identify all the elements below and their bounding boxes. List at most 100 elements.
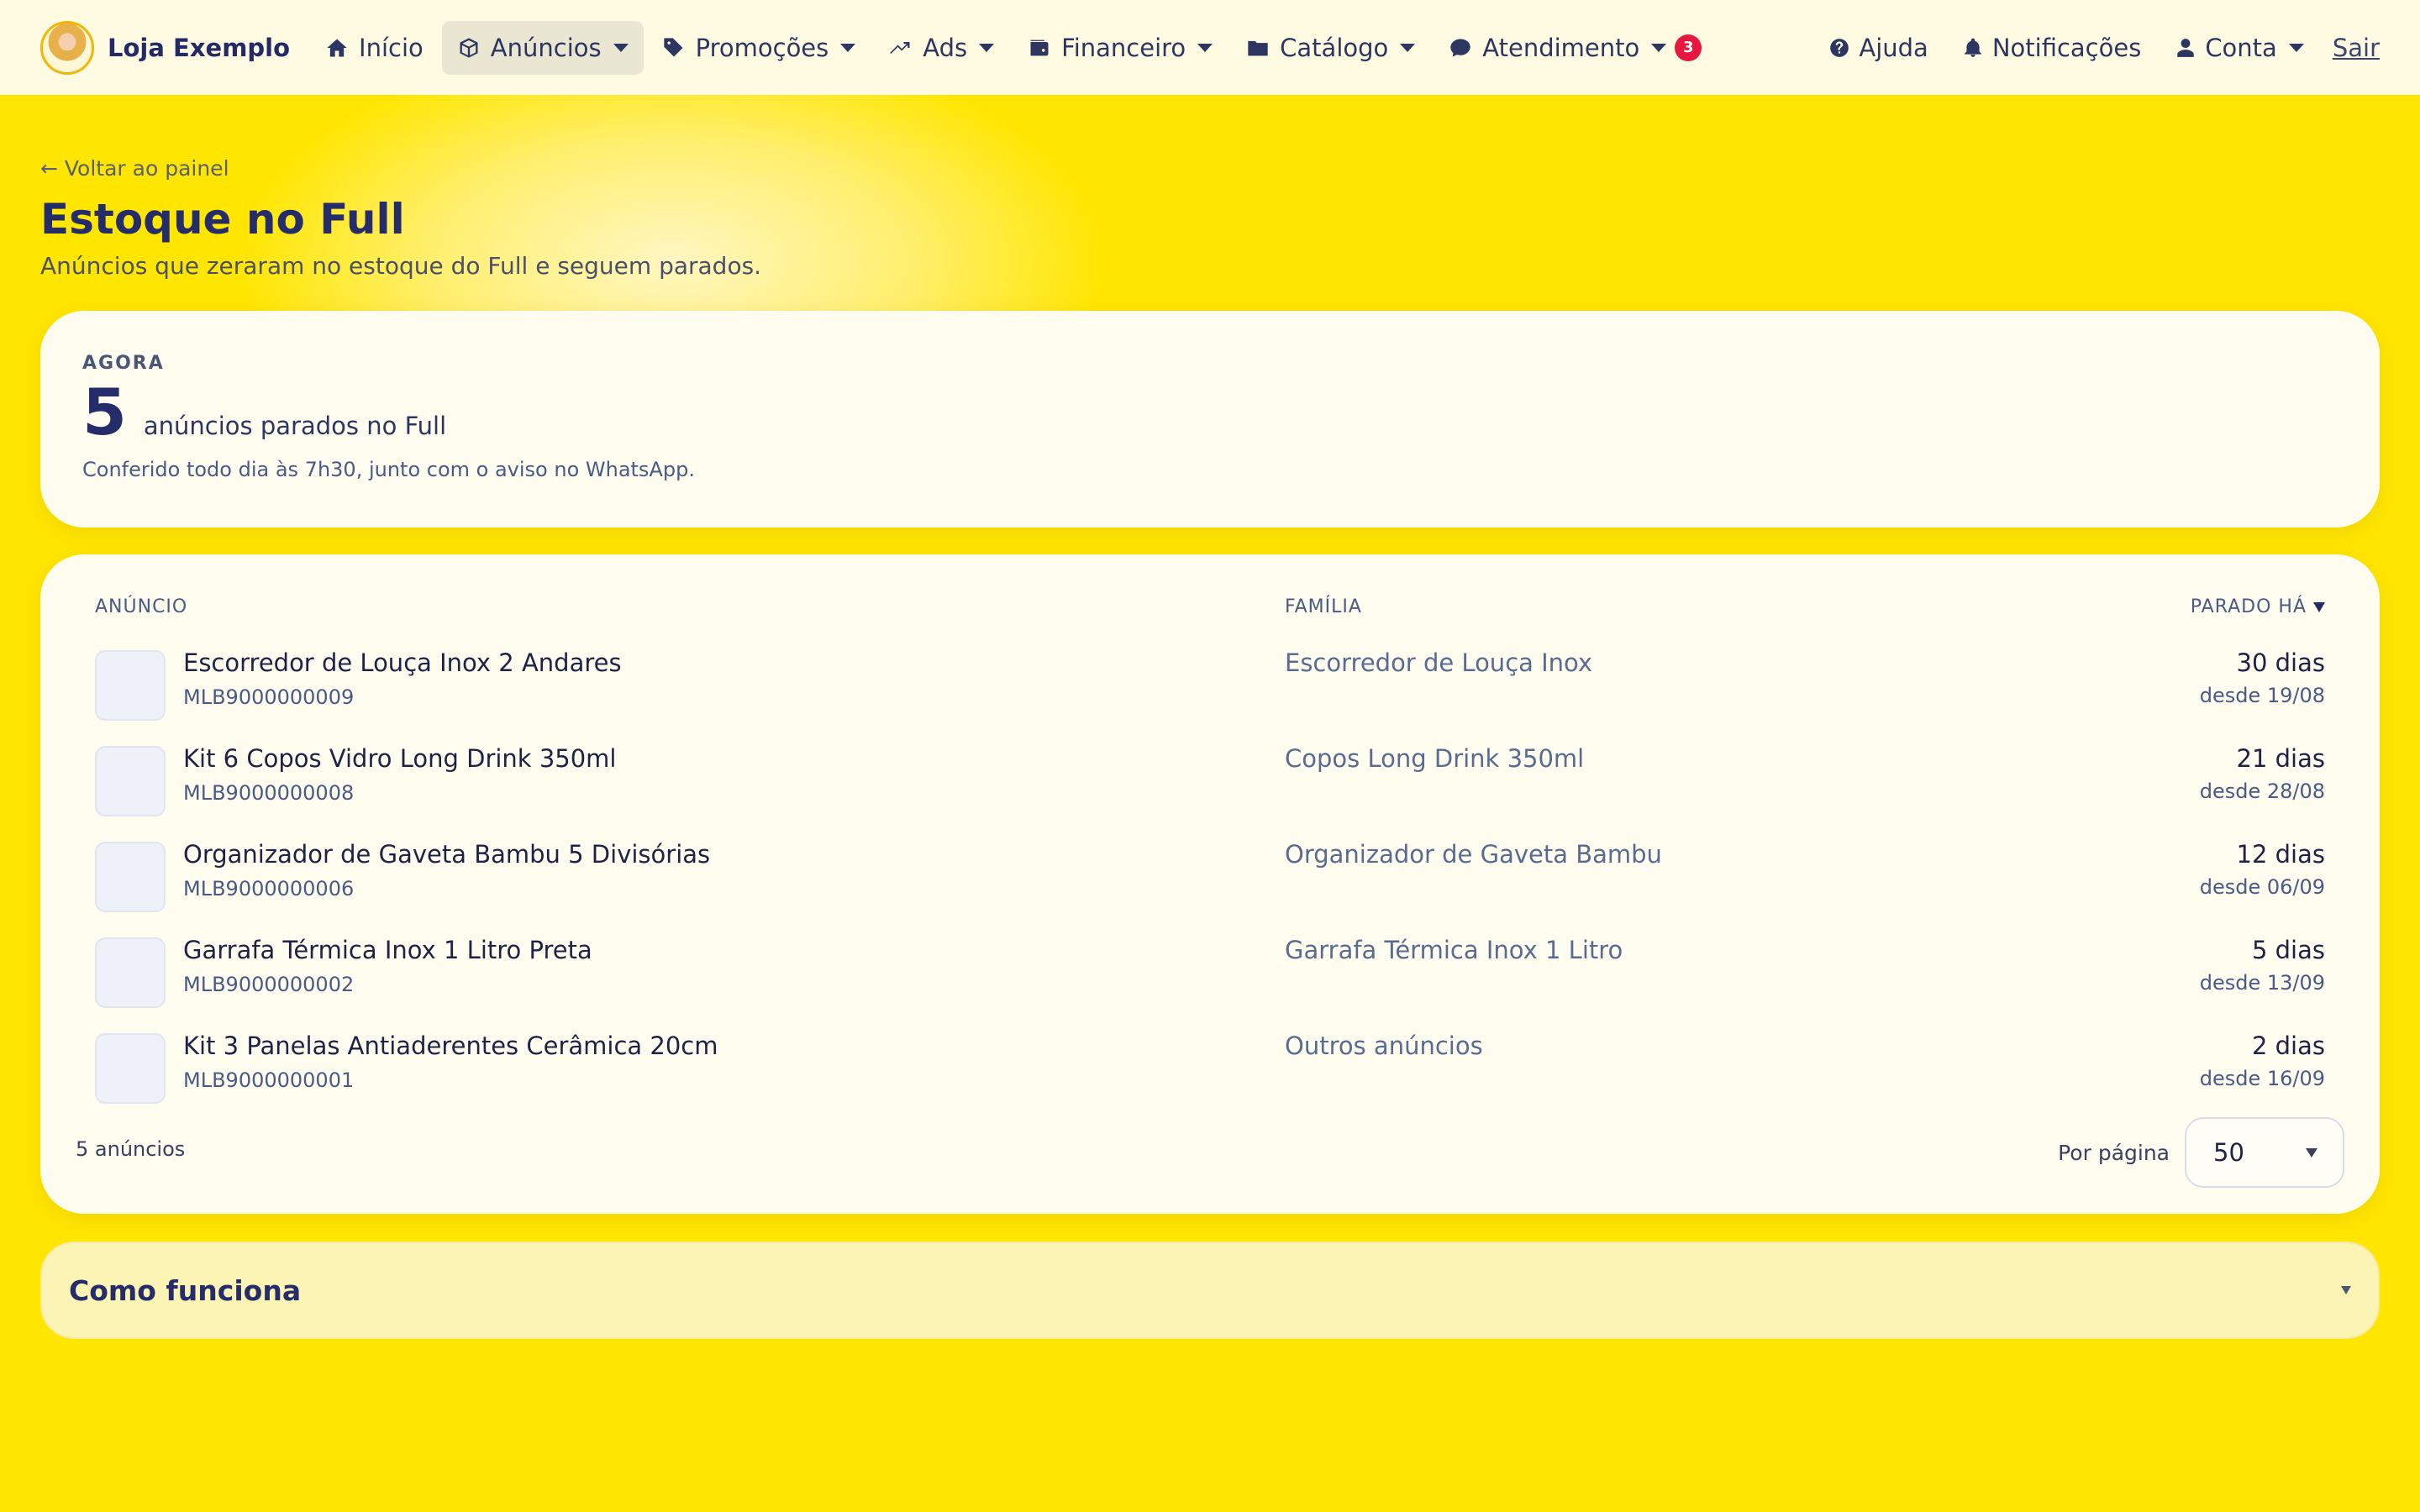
bell-icon <box>1965 38 1981 57</box>
listing-title[interactable]: Organizador de Gaveta Bambu 5 Divisórias <box>183 840 710 869</box>
per-page-control: Por página 50 <box>2058 1117 2344 1188</box>
tag-icon <box>663 37 683 56</box>
chat-icon <box>1450 39 1470 56</box>
stopped-since: desde 06/09 <box>2199 875 2325 899</box>
home-icon <box>327 39 347 56</box>
chevron-down-icon <box>1197 43 1213 52</box>
nav-item-label: Catálogo <box>1280 33 1389 62</box>
per-page-select[interactable]: 50 <box>2185 1117 2344 1188</box>
chevron-down-icon <box>1651 43 1667 52</box>
nav-item-label: Anúncios <box>490 33 602 62</box>
nav-item-atendimento[interactable]: Atendimento 3 <box>1434 21 1717 75</box>
product-thumbnail <box>95 937 166 1008</box>
brand-name[interactable]: Loja Exemplo <box>108 34 290 62</box>
how-it-works-title: Como funciona <box>69 1273 302 1307</box>
nav-item-promocoes[interactable]: Promoções <box>647 21 871 75</box>
per-page-value: 50 <box>2213 1138 2244 1167</box>
chevron-down-icon <box>1400 43 1416 52</box>
user-icon <box>2177 38 2195 57</box>
wallet-icon <box>1030 39 1049 55</box>
product-thumbnail <box>95 746 166 816</box>
table-header: ANÚNCIO FAMÍLIA PARADO HÁ <box>95 596 2325 622</box>
how-it-works-toggle[interactable]: Como funciona <box>40 1242 2380 1339</box>
page-subtitle: Anúncios que zeraram no estoque do Full … <box>40 252 762 280</box>
stopped-since: desde 28/08 <box>2199 780 2325 803</box>
table-row[interactable]: Kit 6 Copos Vidro Long Drink 350ml MLB90… <box>95 736 2325 820</box>
notifications-link[interactable]: Notificações <box>1947 21 2156 75</box>
listing-title[interactable]: Kit 3 Panelas Antiaderentes Cerâmica 20c… <box>183 1032 718 1060</box>
brand[interactable]: Loja Exemplo <box>40 20 290 75</box>
listing-family: Outros anúncios <box>1285 1032 1483 1060</box>
summary-kicker: AGORA <box>82 353 165 374</box>
page-title: Estoque no Full <box>40 195 405 244</box>
summary-note: Conferido todo dia às 7h30, junto com o … <box>82 458 695 481</box>
trending-up-icon <box>890 41 910 54</box>
summary-count-line: 5 anúncios parados no Full <box>82 381 2338 444</box>
listing-family: Escorredor de Louça Inox <box>1285 648 1593 677</box>
table-row[interactable]: Organizador de Gaveta Bambu 5 Divisórias… <box>95 832 2325 916</box>
listing-title[interactable]: Kit 6 Copos Vidro Long Drink 350ml <box>183 744 616 773</box>
nav-item-label: Promoções <box>695 33 829 62</box>
chevron-down-icon <box>840 43 856 52</box>
summary-count-label: anúncios parados no Full <box>143 412 447 440</box>
help-icon <box>1830 38 1849 57</box>
column-header-parado[interactable]: PARADO HÁ <box>2191 596 2325 617</box>
nav-right: Ajuda Notificações Conta Sair <box>1813 21 2380 75</box>
listing-id: MLB9000000009 <box>183 685 355 709</box>
listing-id: MLB9000000001 <box>183 1068 355 1092</box>
summary-count: 5 <box>82 375 127 449</box>
stopped-since: desde 19/08 <box>2199 684 2325 707</box>
notification-badge: 3 <box>1675 34 1702 61</box>
listing-family: Copos Long Drink 350ml <box>1285 744 1585 773</box>
listing-id: MLB9000000008 <box>183 781 355 805</box>
notifications-label: Notificações <box>1991 33 2142 62</box>
stopped-since: desde 16/09 <box>2199 1067 2325 1090</box>
per-page-label: Por página <box>2058 1140 2170 1165</box>
nav-item-ads[interactable]: Ads <box>874 21 1009 75</box>
logout-link[interactable]: Sair <box>2333 34 2380 62</box>
avatar[interactable] <box>40 20 94 75</box>
listing-title[interactable]: Garrafa Térmica Inox 1 Litro Preta <box>183 936 592 964</box>
stopped-days: 30 dias <box>2236 648 2325 677</box>
back-link[interactable]: ← Voltar ao painel <box>40 156 229 181</box>
nav-item-label: Início <box>359 33 424 62</box>
nav-item-financeiro[interactable]: Financeiro <box>1013 21 1228 75</box>
account-label: Conta <box>2205 33 2277 62</box>
chevron-down-icon <box>2341 1286 2351 1294</box>
listing-id: MLB9000000002 <box>183 973 355 996</box>
nav-item-inicio[interactable]: Início <box>310 21 439 75</box>
help-link[interactable]: Ajuda <box>1813 21 1943 75</box>
nav-item-anuncios[interactable]: Anúncios <box>441 20 644 75</box>
chevron-down-icon <box>2306 1147 2317 1158</box>
chevron-down-icon <box>2288 43 2304 52</box>
nav-item-label: Financeiro <box>1061 33 1186 62</box>
column-header-parado-label: PARADO HÁ <box>2190 596 2307 617</box>
help-label: Ajuda <box>1859 33 1928 62</box>
listing-id: MLB9000000006 <box>183 877 355 900</box>
stopped-days: 21 dias <box>2236 744 2325 773</box>
sort-desc-icon <box>2313 601 2325 612</box>
summary-card: AGORA 5 anúncios parados no Full Conferi… <box>40 311 2380 528</box>
stopped-days: 12 dias <box>2236 840 2325 869</box>
nav-item-catalogo[interactable]: Catálogo <box>1231 21 1430 75</box>
chevron-down-icon <box>613 43 629 52</box>
product-thumbnail <box>95 650 166 721</box>
table-row[interactable]: Escorredor de Louça Inox 2 Andares MLB90… <box>95 640 2325 724</box>
nav-item-label: Atendimento <box>1482 33 1640 62</box>
stopped-days: 2 dias <box>2251 1032 2325 1060</box>
product-thumbnail <box>95 1033 166 1104</box>
table-row[interactable]: Garrafa Térmica Inox 1 Litro Preta MLB90… <box>95 927 2325 1011</box>
listings-table-card: ANÚNCIO FAMÍLIA PARADO HÁ Escorredor de … <box>40 554 2380 1214</box>
stopped-days: 5 dias <box>2251 936 2325 964</box>
column-header-anuncio[interactable]: ANÚNCIO <box>95 596 187 617</box>
folder-icon <box>1248 40 1268 55</box>
box-icon <box>460 37 478 58</box>
account-menu[interactable]: Conta <box>2160 21 2319 75</box>
listing-family: Organizador de Gaveta Bambu <box>1285 840 1662 869</box>
nav-item-label: Ads <box>923 33 968 62</box>
column-header-familia[interactable]: FAMÍLIA <box>1285 596 1362 617</box>
results-count: 5 anúncios <box>76 1137 186 1161</box>
table-row[interactable]: Kit 3 Panelas Antiaderentes Cerâmica 20c… <box>95 1023 2325 1107</box>
listing-title[interactable]: Escorredor de Louça Inox 2 Andares <box>183 648 622 677</box>
listing-family: Garrafa Térmica Inox 1 Litro <box>1285 936 1623 964</box>
